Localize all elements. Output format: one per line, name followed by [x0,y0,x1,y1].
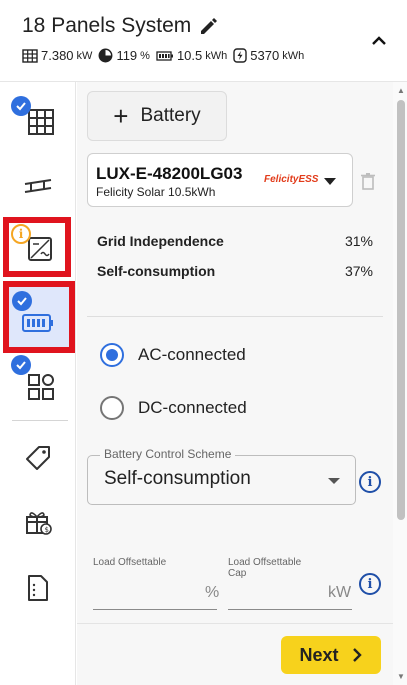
check-badge-icon [11,355,31,375]
chevron-right-icon [352,648,362,662]
stat-battery-unit: kWh [205,49,228,62]
inverter-icon [28,237,52,261]
pie-chart-icon [98,48,113,63]
load-offsettable-unit: % [205,584,220,601]
cap-info-icon[interactable]: i [359,573,381,595]
battery-model-name: LUX-E-48200LG03 [96,164,243,183]
metric-self-consumption: Self-consumption 37% [97,263,373,279]
document-icon [28,575,48,601]
stat-power-unit: kW [76,49,93,62]
felicity-logo: FelicityESS [264,174,319,185]
delete-trash-icon[interactable] [360,172,376,190]
stat-offset-value: 119 [116,48,138,63]
scrollbar-thumb[interactable] [397,100,405,520]
metric-value: 31% [344,233,373,249]
bolt-icon [233,48,247,63]
battery-brand-capacity: Felicity Solar 10.5kWh [96,185,216,199]
sidebar-item-documents[interactable] [0,558,76,618]
load-offsettable-cap-unit: kW [328,584,352,601]
add-battery-button[interactable]: + Battery [87,91,227,141]
cap-label-line-1: Load Offsettable [228,557,302,568]
edit-pencil-icon[interactable] [199,16,219,36]
sidebar-item-battery[interactable] [0,288,76,348]
title-row: 18 Panels System [22,14,219,38]
stat-power-value: 7.380 [41,48,74,63]
header: 18 Panels System 7.380 kW 119% 10.5 kWh 53… [0,0,407,82]
scheme-value: Self-consumption [104,468,251,489]
radio-ac-connected[interactable]: AC-connected [100,343,246,367]
load-offsettable-input[interactable] [93,609,217,610]
metric-grid-independence: Grid Independence 31% [97,233,373,249]
sidebar-item-incentives[interactable]: $ [0,492,76,552]
scroll-up-arrow-icon[interactable]: ▲ [397,86,405,95]
system-title: 18 Panels System [22,14,192,37]
radio-label: DC-connected [138,398,247,417]
sidebar-item-inverter[interactable] [0,216,76,276]
check-badge-icon [11,96,31,116]
stat-battery: 10.5 kWh [156,48,227,63]
load-offsettable-cap-input[interactable] [228,609,352,610]
next-button[interactable]: Next [281,636,381,674]
metric-value: 37% [344,263,373,279]
gift-icon: $ [26,512,52,535]
collapse-chevron-up-icon[interactable] [368,30,390,52]
stat-energy: 5370 kWh [233,48,304,63]
battery-control-scheme-select[interactable]: Self-consumption [87,455,356,505]
scheme-info-icon[interactable]: i [359,471,381,493]
radio-button-selected[interactable] [100,343,124,367]
stat-offset-unit: % [140,49,150,62]
cap-label-line-2: Cap [228,568,247,579]
radio-button[interactable] [100,396,124,420]
load-offsettable-cap-label: Load Offsettable Cap [228,557,301,579]
sidebar-divider [12,420,68,421]
metric-label: Self-consumption [97,263,216,279]
sidebar-item-pricing[interactable] [0,428,76,488]
scroll-down-arrow-icon[interactable]: ▼ [397,672,405,681]
battery-model-select[interactable]: LUX-E-48200LG03 Felicity Solar 10.5kWh F… [87,153,353,207]
dropdown-caret-icon [324,178,336,185]
stat-energy-value: 5370 [250,48,280,63]
stat-offset: 119% [98,48,150,63]
sidebar-item-mounting[interactable] [0,156,76,216]
stat-power: 7.380 kW [22,48,92,63]
price-tag-icon [26,446,50,470]
solar-grid-icon [22,48,38,63]
dropdown-caret-icon [328,478,340,484]
system-stats: 7.380 kW 119% 10.5 kWh 5370 kWh [22,48,310,63]
info-badge-icon: i [11,224,31,244]
battery-icon [156,50,173,61]
battery-large-icon [22,314,53,332]
check-badge-icon [12,291,32,311]
scheme-legend: Battery Control Scheme [100,447,236,461]
roof-mount-icon [24,179,52,193]
sidebar: i $ [0,82,76,685]
solar-panel-grid-icon [28,109,54,135]
stat-energy-unit: kWh [282,49,305,62]
load-offsettable-label: Load Offsettable [93,557,167,568]
radio-label: AC-connected [138,345,246,364]
apps-grid-icon [28,374,54,400]
add-battery-label: Battery [140,105,201,126]
svg-text:$: $ [45,526,49,534]
radio-dc-connected[interactable]: DC-connected [100,396,247,420]
plus-icon: + [113,101,129,131]
stat-battery-value: 10.5 [176,48,203,63]
next-label: Next [299,644,339,665]
metric-label: Grid Independence [97,233,224,249]
section-divider [87,316,383,317]
